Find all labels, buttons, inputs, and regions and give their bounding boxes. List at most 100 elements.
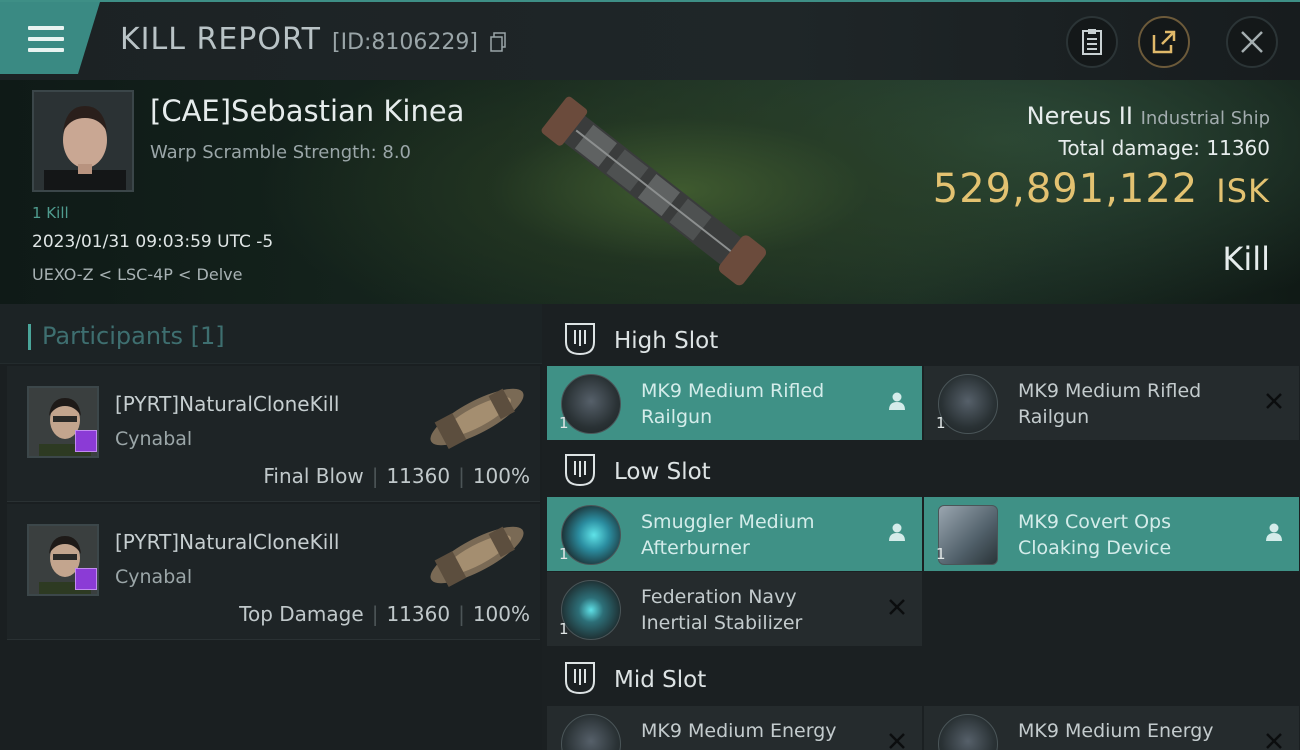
isk-value: 529,891,122 ISK bbox=[933, 166, 1270, 212]
module-quantity: 1 bbox=[559, 414, 569, 432]
module-name: Smuggler Medium Afterburner bbox=[641, 509, 871, 561]
participant-ship-image[interactable] bbox=[417, 372, 537, 462]
inertial-stabilizer-icon bbox=[561, 580, 621, 640]
module-name: MK9 Medium Energy bbox=[641, 718, 871, 744]
railgun-icon bbox=[938, 374, 998, 434]
module-item[interactable]: 1 Smuggler Medium Afterburner bbox=[547, 497, 922, 571]
separator: | bbox=[458, 602, 465, 626]
victim-ship-image[interactable] bbox=[525, 85, 785, 300]
module-item[interactable]: 1 MK9 Medium Rifled Railgun bbox=[924, 366, 1299, 440]
mid-slot-header: Mid Slot bbox=[542, 647, 1300, 707]
module-quantity: 1 bbox=[559, 545, 569, 563]
person-icon bbox=[889, 392, 905, 410]
participant-name[interactable]: [PYRT]NaturalCloneKill bbox=[115, 530, 339, 554]
module-item[interactable]: 1 MK9 Covert Ops Cloaking Device bbox=[924, 497, 1299, 571]
participant-damage: 11360 bbox=[386, 464, 451, 488]
participant-name[interactable]: [PYRT]NaturalCloneKill bbox=[115, 392, 339, 416]
energy-weapon-icon bbox=[561, 714, 621, 750]
character-portrait-icon bbox=[34, 92, 132, 190]
module-item[interactable]: MK9 Medium Energy bbox=[924, 706, 1299, 750]
module-name-line2: Afterburner bbox=[641, 537, 750, 559]
module-name-line1: MK9 Medium Energy bbox=[641, 720, 837, 742]
module-item[interactable]: 1 Federation Navy Inertial Stabilizer bbox=[547, 572, 922, 646]
victim-ship: Nereus II Industrial Ship bbox=[1027, 102, 1270, 130]
high-slot-title: High Slot bbox=[614, 328, 719, 354]
kill-timestamp: 2023/01/31 09:03:59 UTC -5 bbox=[32, 232, 274, 252]
mid-slot-icon bbox=[565, 662, 595, 695]
participant-stats: Final Blow | 11360 | 100% bbox=[263, 464, 530, 488]
module-name: Federation Navy Inertial Stabilizer bbox=[641, 584, 871, 636]
participant-percent: 100% bbox=[472, 602, 530, 626]
energy-weapon-icon bbox=[938, 714, 998, 750]
participant-ship[interactable]: Cynabal bbox=[115, 566, 192, 588]
module-name: MK9 Covert Ops Cloaking Device bbox=[1018, 509, 1248, 561]
participants-panel: Participants [1] [PYRT]NaturalCloneKill … bbox=[0, 304, 542, 750]
module-name-line2: Railgun bbox=[1018, 406, 1090, 428]
warp-scramble-strength: Warp Scramble Strength: 8.0 bbox=[150, 142, 412, 163]
module-item[interactable]: 1 MK9 Medium Rifled Railgun bbox=[547, 366, 922, 440]
ship-name[interactable]: Nereus II bbox=[1027, 102, 1133, 130]
ship-class: Industrial Ship bbox=[1140, 108, 1270, 129]
cloaking-device-icon bbox=[938, 505, 998, 565]
module-name-line1: MK9 Covert Ops bbox=[1018, 511, 1172, 533]
page-title: KILL REPORT bbox=[120, 22, 321, 57]
module-quantity: 1 bbox=[936, 545, 946, 563]
participant-ship[interactable]: Cynabal bbox=[115, 428, 192, 450]
module-name: MK9 Medium Rifled Railgun bbox=[641, 378, 871, 430]
participants-header[interactable]: Participants [1] bbox=[0, 304, 542, 364]
destroyed-x-icon bbox=[889, 733, 905, 749]
faction-badge-icon bbox=[75, 568, 97, 590]
kill-location[interactable]: UEXO-Z < LSC-4P < Delve bbox=[32, 265, 242, 284]
participant-role: Top Damage bbox=[239, 602, 364, 626]
total-damage: Total damage: 11360 bbox=[1059, 136, 1270, 160]
isk-amount: 529,891,122 bbox=[932, 166, 1199, 212]
top-bar: KILL REPORT [ID:8106229] bbox=[0, 0, 1300, 80]
share-icon bbox=[1152, 30, 1176, 54]
victim-name[interactable]: [CAE]Sebastian Kinea bbox=[150, 94, 464, 128]
close-button[interactable] bbox=[1226, 16, 1278, 68]
participants-label: Participants [1] bbox=[42, 322, 225, 350]
railgun-icon bbox=[561, 374, 621, 434]
separator: | bbox=[371, 602, 379, 626]
report-id: [ID:8106229] bbox=[332, 30, 478, 55]
module-name-line1: MK9 Medium Rifled bbox=[1018, 380, 1202, 402]
kill-count: 1 Kill bbox=[32, 204, 69, 222]
person-icon bbox=[889, 523, 905, 541]
victim-panel: [CAE]Sebastian Kinea Warp Scramble Stren… bbox=[0, 80, 1300, 304]
hamburger-icon bbox=[28, 26, 64, 59]
isk-unit: ISK bbox=[1216, 172, 1270, 210]
copy-icon[interactable] bbox=[490, 32, 506, 52]
participant-role: Final Blow bbox=[263, 464, 364, 488]
participant-ship-image[interactable] bbox=[417, 510, 537, 600]
destroyed-x-icon bbox=[1266, 733, 1282, 749]
module-name-line1: Smuggler Medium bbox=[641, 511, 815, 533]
kill-result: Kill bbox=[1222, 240, 1270, 278]
fitting-panel: High Slot 1 MK9 Medium Rifled Railgun 1 … bbox=[542, 304, 1300, 750]
module-name-line1: MK9 Medium Energy bbox=[1018, 720, 1214, 742]
afterburner-icon bbox=[561, 505, 621, 565]
module-name: MK9 Medium Energy bbox=[1018, 718, 1248, 744]
participant-stats: Top Damage | 11360 | 100% bbox=[239, 602, 530, 626]
clipboard-button[interactable] bbox=[1066, 16, 1118, 68]
menu-button[interactable] bbox=[0, 2, 100, 74]
module-quantity: 1 bbox=[559, 620, 569, 638]
module-name-line2: Inertial Stabilizer bbox=[641, 612, 803, 634]
module-name-line2: Railgun bbox=[641, 406, 713, 428]
participant-row[interactable]: [PYRT]NaturalCloneKill Cynabal Top Damag… bbox=[7, 504, 540, 640]
close-icon bbox=[1241, 31, 1263, 53]
separator: | bbox=[371, 464, 379, 488]
mid-slot-title: Mid Slot bbox=[614, 667, 707, 693]
share-button[interactable] bbox=[1138, 16, 1190, 68]
total-damage-label: Total damage: bbox=[1058, 136, 1201, 160]
low-slot-header: Low Slot bbox=[542, 439, 1300, 499]
victim-portrait[interactable] bbox=[32, 90, 134, 192]
low-slot-title: Low Slot bbox=[614, 459, 711, 485]
participant-damage: 11360 bbox=[386, 602, 451, 626]
module-item[interactable]: MK9 Medium Energy bbox=[547, 706, 922, 750]
destroyed-x-icon bbox=[1266, 393, 1282, 409]
destroyed-x-icon bbox=[889, 599, 905, 615]
module-name-line1: MK9 Medium Rifled bbox=[641, 380, 825, 402]
low-slot-icon bbox=[565, 454, 595, 487]
participant-row[interactable]: [PYRT]NaturalCloneKill Cynabal Final Blo… bbox=[7, 366, 540, 502]
module-name: MK9 Medium Rifled Railgun bbox=[1018, 378, 1248, 430]
